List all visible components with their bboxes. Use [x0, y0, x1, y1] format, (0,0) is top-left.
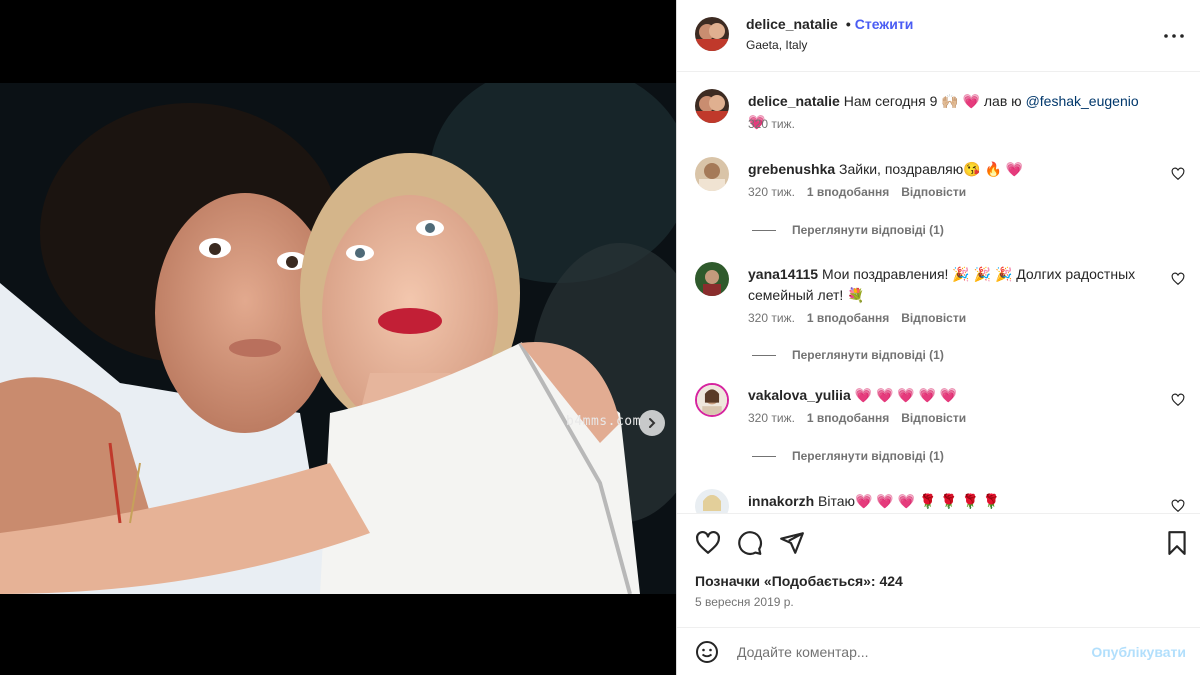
comments-list[interactable]: delice_natalie Нам сегодня 9 🙌🏼 💗 лав ю …: [677, 73, 1200, 513]
comment-avatar[interactable]: [695, 262, 729, 296]
view-replies-label: Переглянути відповіді (1): [792, 348, 944, 362]
comment-time[interactable]: 320 тиж.: [748, 411, 795, 425]
comment-input[interactable]: [737, 640, 1077, 664]
caption-text-before: Нам сегодня 9 🙌🏼 💗 лав ю: [843, 93, 1026, 109]
reply-button[interactable]: Відповісти: [901, 185, 966, 199]
chevron-right-icon: [649, 418, 656, 428]
view-replies-label: Переглянути відповіді (1): [792, 223, 944, 237]
publish-button[interactable]: Опублікувати: [1091, 644, 1186, 660]
author-avatar[interactable]: [695, 17, 729, 51]
bookmark-icon[interactable]: [1164, 530, 1190, 556]
comment-likes[interactable]: 1 вподобання: [807, 185, 889, 199]
view-replies-button[interactable]: Переглянути відповіді (1): [752, 223, 944, 237]
post-header: delice_natalie • Стежити Gaeta, Italy: [677, 0, 1200, 72]
comment-body: Зайки, поздравляю😘 🔥 💗: [839, 161, 1024, 177]
separator-dot: •: [845, 16, 851, 32]
comment-username[interactable]: yana14115: [748, 266, 818, 282]
next-slide-button[interactable]: [639, 410, 665, 436]
comment-text: innakorzh Вітаю💗 💗 💗 🌹 🌹 🌹 🌹: [748, 491, 1158, 512]
caption-avatar[interactable]: [695, 89, 729, 123]
comment-icon[interactable]: [737, 530, 763, 556]
caption: delice_natalie Нам сегодня 9 🙌🏼 💗 лав ю …: [695, 89, 1185, 139]
caption-username[interactable]: delice_natalie: [748, 93, 840, 109]
caption-text: delice_natalie Нам сегодня 9 🙌🏼 💗 лав ю …: [748, 91, 1158, 133]
comment-body: Вітаю💗 💗 💗 🌹 🌹 🌹 🌹: [818, 493, 1001, 509]
comment-item: grebenushka Зайки, поздравляю😘 🔥 💗 320 т…: [695, 157, 1185, 247]
emoji-icon[interactable]: [695, 640, 719, 664]
heart-icon[interactable]: [695, 530, 721, 556]
avatar-image: [695, 489, 729, 513]
comment-username[interactable]: innakorzh: [748, 493, 814, 509]
heart-icon[interactable]: [1171, 167, 1185, 181]
comment-text: vakalova_yuliia 💗 💗 💗 💗 💗: [748, 385, 1158, 406]
comment-avatar[interactable]: [695, 489, 729, 513]
comment-meta: 320 тиж. 1 вподобання Відповісти: [748, 411, 966, 425]
info-pane: delice_natalie • Стежити Gaeta, Italy deli…: [676, 0, 1200, 675]
comment-time[interactable]: 320 тиж.: [748, 311, 795, 325]
more-options-button[interactable]: [1162, 24, 1186, 48]
avatar-image: [695, 89, 729, 123]
comment-item: vakalova_yuliia 💗 💗 💗 💗 💗 320 тиж. 1 впо…: [695, 383, 1185, 473]
photo-image: [0, 83, 676, 594]
media-pane: b4mms.com: [0, 0, 676, 675]
avatar-image: [697, 385, 727, 415]
view-replies-button[interactable]: Переглянути відповіді (1): [752, 348, 944, 362]
caption-time[interactable]: 320 тиж.: [748, 117, 795, 131]
comment-body: 💗 💗 💗 💗 💗: [854, 387, 958, 403]
action-bar: [677, 513, 1200, 563]
comment-bar: Опублікувати: [677, 627, 1200, 675]
replies-line: [752, 354, 776, 356]
avatar-image: [695, 262, 729, 296]
comment-likes[interactable]: 1 вподобання: [807, 311, 889, 325]
comment-text: yana14115 Мои поздравления! 🎉 🎉 🎉 Долгих…: [748, 264, 1158, 306]
comment-item: innakorzh Вітаю💗 💗 💗 🌹 🌹 🌹 🌹: [695, 489, 1185, 513]
avatar-image: [695, 157, 729, 191]
comment-avatar[interactable]: [695, 157, 729, 191]
heart-icon[interactable]: [1171, 499, 1185, 513]
comment-item: yana14115 Мои поздравления! 🎉 🎉 🎉 Долгих…: [695, 262, 1185, 362]
view-replies-button[interactable]: Переглянути відповіді (1): [752, 449, 944, 463]
post-photo[interactable]: b4mms.com: [0, 83, 676, 594]
post-location[interactable]: Gaeta, Italy: [746, 38, 807, 52]
avatar-image: [695, 17, 729, 51]
heart-icon[interactable]: [1171, 393, 1185, 407]
comment-time[interactable]: 320 тиж.: [748, 185, 795, 199]
author-username[interactable]: delice_natalie: [746, 16, 838, 32]
likes-count[interactable]: Позначки «Подобається»: 424: [695, 573, 903, 589]
view-replies-label: Переглянути відповіді (1): [792, 449, 944, 463]
reply-button[interactable]: Відповісти: [901, 411, 966, 425]
follow-button[interactable]: Стежити: [855, 16, 914, 32]
replies-line: [752, 229, 776, 231]
reply-button[interactable]: Відповісти: [901, 311, 966, 325]
comment-username[interactable]: vakalova_yuliia: [748, 387, 851, 403]
comment-meta: 320 тиж. 1 вподобання Відповісти: [748, 185, 966, 199]
share-icon[interactable]: [779, 530, 805, 556]
caption-meta: 320 тиж.: [748, 117, 795, 131]
comment-likes[interactable]: 1 вподобання: [807, 411, 889, 425]
more-horizontal-icon: [1164, 34, 1184, 38]
comment-username[interactable]: grebenushka: [748, 161, 835, 177]
caption-mention[interactable]: @feshak_eugenio: [1026, 93, 1139, 109]
watermark-text: b4mms.com: [566, 414, 641, 429]
comment-meta: 320 тиж. 1 вподобання Відповісти: [748, 311, 966, 325]
comment-text: grebenushka Зайки, поздравляю😘 🔥 💗: [748, 159, 1158, 180]
comment-avatar-story[interactable]: [695, 383, 729, 417]
heart-icon[interactable]: [1171, 272, 1185, 286]
post-date[interactable]: 5 вересня 2019 р.: [695, 595, 794, 609]
replies-line: [752, 455, 776, 457]
